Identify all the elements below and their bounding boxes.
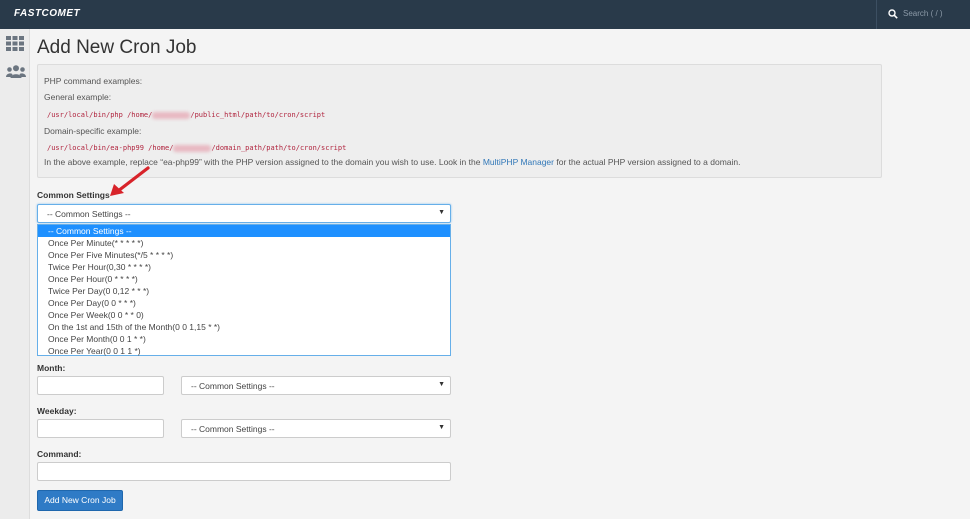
php-examples-box: PHP command examples: General example: /… xyxy=(37,64,882,178)
dropdown-option[interactable]: Once Per Hour(0 * * * *) xyxy=(38,273,450,285)
top-bar: FASTCOMET Search ( / ) xyxy=(0,0,970,29)
add-new-cron-job-button[interactable]: Add New Cron Job xyxy=(37,490,123,511)
domain-example-code: /usr/local/bin/ea-php99 /home//domain_pa… xyxy=(47,144,347,152)
month-label: Month: xyxy=(37,363,66,373)
dropdown-option[interactable]: Once Per Month(0 0 1 * *) xyxy=(38,333,450,345)
dropdown-option[interactable]: Once Per Five Minutes(*/5 * * * *) xyxy=(38,249,450,261)
dropdown-option[interactable]: Once Per Week(0 0 * * 0) xyxy=(38,309,450,321)
dropdown-option[interactable]: Once Per Year(0 0 1 1 *) xyxy=(38,345,450,357)
redacted-username xyxy=(173,144,212,152)
command-input[interactable] xyxy=(37,462,451,481)
domain-example-label: Domain-specific example: xyxy=(44,126,142,136)
common-settings-select[interactable]: -- Common Settings -- ▼ xyxy=(37,204,451,223)
dropdown-option[interactable]: Twice Per Hour(0,30 * * * *) xyxy=(38,261,450,273)
search-icon xyxy=(888,9,898,19)
chevron-down-icon: ▼ xyxy=(438,209,445,216)
dropdown-option[interactable]: Once Per Minute(* * * * *) xyxy=(38,237,450,249)
side-nav xyxy=(0,29,30,519)
common-settings-label: Common Settings xyxy=(37,190,110,200)
annotation-arrow-icon xyxy=(110,166,150,196)
page-title: Add New Cron Job xyxy=(37,37,197,58)
users-icon[interactable] xyxy=(6,65,26,78)
common-settings-dropdown[interactable]: -- Common Settings -- Once Per Minute(* … xyxy=(37,224,451,356)
general-example-label: General example: xyxy=(44,92,112,102)
dropdown-option[interactable]: On the 1st and 15th of the Month(0 0 1,1… xyxy=(38,321,450,333)
search-placeholder: Search ( / ) xyxy=(903,9,943,18)
multiphp-manager-link[interactable]: MultiPHP Manager xyxy=(483,157,554,167)
dropdown-option[interactable]: -- Common Settings -- xyxy=(38,225,450,237)
command-label: Command: xyxy=(37,449,82,459)
redacted-username xyxy=(152,111,191,119)
fastcomet-logo[interactable]: FASTCOMET xyxy=(14,8,80,19)
grid-icon[interactable] xyxy=(6,36,24,51)
weekday-common-select[interactable]: -- Common Settings -- ▼ xyxy=(181,419,451,438)
month-common-select[interactable]: -- Common Settings -- ▼ xyxy=(181,376,451,395)
php-examples-label: PHP command examples: xyxy=(44,76,143,86)
dropdown-option[interactable]: Twice Per Day(0 0,12 * * *) xyxy=(38,285,450,297)
weekday-label: Weekday: xyxy=(37,406,77,416)
weekday-input[interactable] xyxy=(37,419,164,438)
chevron-down-icon: ▼ xyxy=(438,381,445,388)
month-input[interactable] xyxy=(37,376,164,395)
chevron-down-icon: ▼ xyxy=(438,424,445,431)
general-example-code: /usr/local/bin/php /home//public_html/pa… xyxy=(47,111,326,119)
dropdown-option[interactable]: Once Per Day(0 0 * * *) xyxy=(38,297,450,309)
search-box[interactable]: Search ( / ) xyxy=(876,0,970,29)
